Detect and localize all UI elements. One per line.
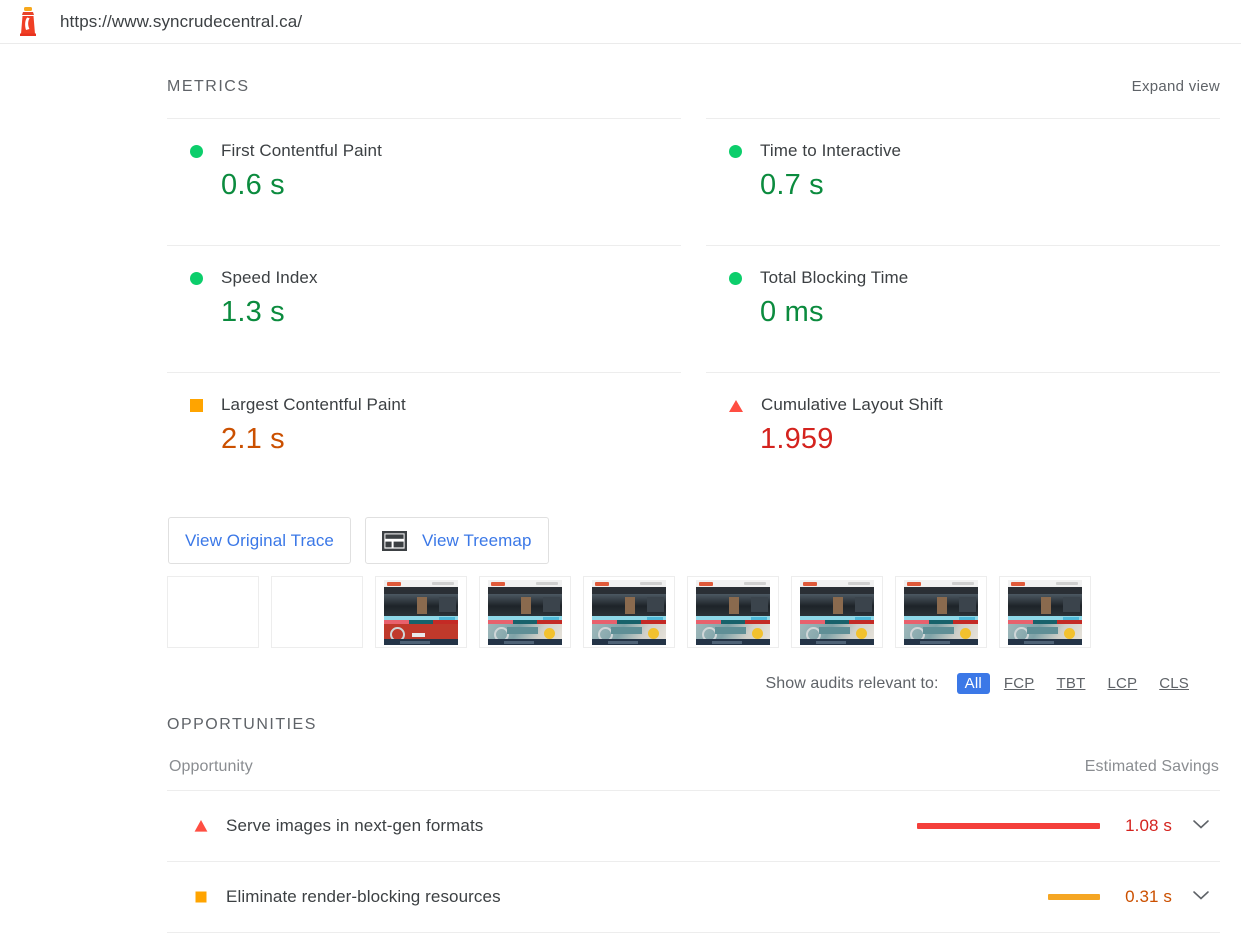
audit-filter-lcp[interactable]: LCP [1099,673,1145,694]
metrics-section-header: METRICS Expand view [167,44,1220,96]
metrics-grid: First Contentful Paint 0.6 s Time to Int… [167,118,1220,499]
page-url: https://www.syncrudecentral.ca/ [60,11,303,31]
filmstrip-thumbnail[interactable] [479,576,571,648]
circle-pass-icon [190,144,203,158]
metric-value: 0.6 s [221,169,285,201]
filmstrip-thumbnail[interactable] [167,576,259,648]
filmstrip-thumbnail[interactable] [271,576,363,648]
savings-value: 0.31 s [1125,887,1172,906]
view-treemap-label: View Treemap [421,530,532,550]
audit-filter-fcp[interactable]: FCP [996,673,1043,694]
metric-label: Speed Index [221,268,318,287]
chevron-down-icon[interactable] [1192,817,1214,835]
view-original-trace-label: View Original Trace [185,530,334,550]
audit-filter-label: Show audits relevant to: [765,674,939,692]
chevron-down-icon[interactable] [1192,888,1214,906]
savings-meter [915,823,1100,829]
filmstrip-thumbnail[interactable] [687,576,779,648]
metric-speed-index[interactable]: Speed Index 1.3 s [167,245,681,372]
url-bar: https://www.syncrudecentral.ca/ [0,0,1241,44]
metric-largest-contentful-paint[interactable]: Largest Contentful Paint 2.1 s [167,372,681,499]
metric-value: 0 ms [760,296,824,328]
opportunities-table-header: Opportunity Estimated Savings [167,758,1220,791]
triangle-fail-icon [194,819,208,833]
view-original-trace-button[interactable]: View Original Trace [168,517,351,564]
filmstrip [167,576,1220,648]
metric-value: 1.959 [760,423,834,455]
savings-meter [915,894,1100,900]
expand-view-button[interactable]: Expand view [1132,78,1220,95]
metric-value: 0.7 s [760,169,824,201]
savings-bar [1048,894,1100,900]
lighthouse-icon [14,6,42,38]
table-row[interactable]: Serve images in next-gen formats 1.08 s [167,791,1220,862]
metric-label: Largest Contentful Paint [221,395,406,414]
metric-label: Time to Interactive [760,141,902,160]
metrics-actions: View Original Trace View Treemap [167,517,1220,564]
audit-filter-tbt[interactable]: TBT [1049,673,1094,694]
opportunity-title: Eliminate render-blocking resources [226,887,501,906]
column-header-estimated-savings: Estimated Savings [1084,758,1219,775]
savings-bar [917,823,1100,829]
circle-pass-icon [729,144,742,158]
circle-pass-icon [729,271,742,285]
metric-label: Cumulative Layout Shift [761,395,943,414]
square-average-icon [190,398,203,412]
filmstrip-thumbnail[interactable] [999,576,1091,648]
metrics-title: METRICS [167,78,250,95]
treemap-icon [381,530,407,551]
metric-label: First Contentful Paint [221,141,382,160]
opportunity-title: Serve images in next-gen formats [226,816,484,835]
table-row[interactable]: Eliminate render-blocking resources 0.31… [167,862,1220,933]
triangle-fail-icon [729,399,743,412]
opportunities-table: Opportunity Estimated Savings Serve imag… [167,758,1220,933]
audit-filter-all[interactable]: All [956,673,990,694]
metric-total-blocking-time[interactable]: Total Blocking Time 0 ms [706,245,1220,372]
circle-pass-icon [190,271,203,285]
metric-label: Total Blocking Time [760,268,909,287]
view-treemap-button[interactable]: View Treemap [364,517,549,564]
metric-value: 2.1 s [221,423,285,455]
square-average-icon [194,890,208,904]
audit-filter: Show audits relevant to: All FCP TBT LCP… [167,673,1220,694]
metric-value: 1.3 s [221,296,285,328]
filmstrip-thumbnail[interactable] [583,576,675,648]
metric-cumulative-layout-shift[interactable]: Cumulative Layout Shift 1.959 [706,372,1220,499]
metric-first-contentful-paint[interactable]: First Contentful Paint 0.6 s [167,118,681,245]
filmstrip-thumbnail[interactable] [895,576,987,648]
metric-time-to-interactive[interactable]: Time to Interactive 0.7 s [706,118,1220,245]
opportunities-title: OPPORTUNITIES [167,716,317,733]
savings-value: 1.08 s [1125,816,1172,835]
filmstrip-thumbnail[interactable] [375,576,467,648]
audit-filter-cls[interactable]: CLS [1151,673,1197,694]
filmstrip-thumbnail[interactable] [791,576,883,648]
column-header-opportunity: Opportunity [169,758,253,775]
